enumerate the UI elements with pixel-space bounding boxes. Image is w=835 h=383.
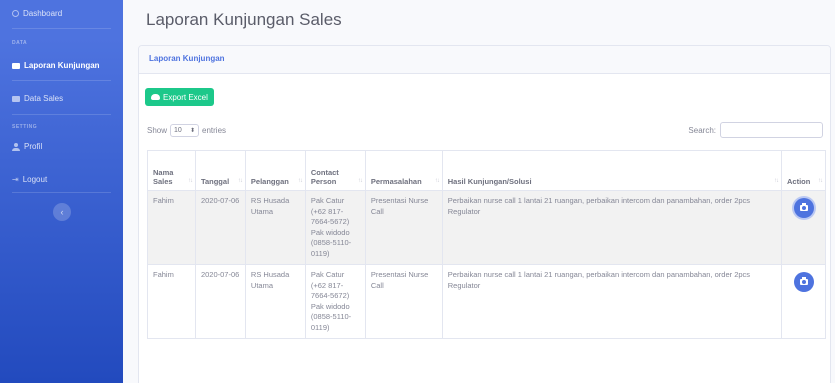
col-action[interactable]: Action ↑↓ [781,150,826,191]
search-input[interactable] [720,122,823,138]
sidebar-toggle-button[interactable]: ‹ [53,203,71,221]
sort-icon: ↑↓ [434,178,440,184]
search-label: Search: [688,125,716,135]
entries-label: entries [202,126,227,135]
col-pelanggan-label: Pelanggan [250,177,289,186]
cell-tanggal: 2020-07-06 [194,264,246,339]
nav-profil[interactable]: Profil [12,142,42,151]
sidebar: Dashboard DATA Laporan Kunjungan Data Sa… [0,0,123,383]
card-header: Laporan Kunjungan [139,46,830,74]
photo-button[interactable] [793,272,814,292]
sidebar-divider [12,114,111,115]
gauge-icon [12,10,19,17]
col-hasil[interactable]: Hasil Kunjungan/Solusi ↑↓ [441,150,783,191]
sort-icon: ↑↓ [818,178,823,184]
cell-pelanggan: RS Husada Utama [244,264,306,339]
export-excel-label: Export Excel [163,92,208,102]
cloud-upload-icon [151,94,160,100]
nav-logout[interactable]: ⇥ Logout [12,175,47,184]
sidebar-divider [12,28,111,29]
col-permasalahan-label: Permasalahan [370,177,422,186]
visits-table: Nama Sales ↑↓ Tanggal ↑↓ Pelanggan ↑↓ Conta… [147,150,826,339]
sort-icon: ↑↓ [297,178,303,184]
camera-icon [799,277,808,285]
sort-icon: ↑↓ [357,178,363,184]
col-tanggal-label: Tanggal [200,177,230,186]
nav-data-sales-label: Data Sales [24,94,64,103]
entries-select-value: 10 [174,127,182,134]
sort-icon: ↑↓ [237,178,243,184]
nav-dashboard[interactable]: Dashboard [12,9,62,18]
cell-contact-person: Pak Catur (+62 817-7664-5672) Pak widodo… [304,264,366,339]
cell-hasil: Perbaikan nurse call 1 lantai 21 ruangan… [441,190,783,265]
nav-dashboard-label: Dashboard [23,9,63,18]
col-action-label: Action [787,177,811,186]
export-excel-button[interactable]: Export Excel [145,88,214,106]
cell-hasil: Perbaikan nurse call 1 lantai 21 ruangan… [441,264,783,339]
col-tanggal[interactable]: Tanggal ↑↓ [194,150,246,191]
chevron-updown-icon: ⬍ [189,128,196,134]
camera-icon [799,203,808,211]
report-card: Laporan Kunjungan Export Excel Show 10 ⬍… [138,45,831,383]
cell-pelanggan: RS Husada Utama [244,190,306,265]
table-row: Fahim 2020-07-06 RS Husada Utama Pak Cat… [147,190,826,265]
table-header-row: Nama Sales ↑↓ Tanggal ↑↓ Pelanggan ↑↓ Conta… [147,150,826,191]
sidebar-heading-data: DATA [12,40,28,46]
chevron-left-icon: ‹ [60,207,64,217]
col-nama-sales-label: Nama Sales [153,168,174,186]
user-icon [12,142,20,151]
nav-laporan-kunjungan[interactable]: Laporan Kunjungan [12,61,100,70]
entries-length-control: Show 10 ⬍ entries [147,124,226,137]
sidebar-heading-setting: SETTING [12,124,38,130]
cell-nama-sales: Fahim [147,190,196,265]
table-row: Fahim 2020-07-06 RS Husada Utama Pak Cat… [147,264,826,339]
entries-select[interactable]: 10 ⬍ [170,124,200,137]
cell-contact-person: Pak Catur (+62 817-7664-5672) Pak widodo… [304,190,366,265]
sort-icon: ↑↓ [774,178,779,184]
col-contact-person-label: Contact Person [310,168,339,186]
folder-icon [12,95,20,102]
cell-nama-sales: Fahim [147,264,196,339]
nav-logout-label: Logout [22,175,48,184]
table-search: Search: [688,122,823,138]
cell-action [781,190,826,265]
sort-icon: ↑↓ [187,178,193,184]
col-hasil-label: Hasil Kunjungan/Solusi [447,177,532,186]
cell-tanggal: 2020-07-06 [194,190,246,265]
cell-permasalahan: Presentasi Nurse Call [364,264,443,339]
col-pelanggan[interactable]: Pelanggan ↑↓ [244,150,306,191]
nav-data-sales[interactable]: Data Sales [12,94,63,103]
col-permasalahan[interactable]: Permasalahan ↑↓ [364,150,443,191]
nav-laporan-label: Laporan Kunjungan [24,61,100,70]
logout-icon: ⇥ [12,174,19,184]
show-label: Show [147,126,168,135]
cell-action [781,264,826,339]
cell-permasalahan: Presentasi Nurse Call [364,190,443,265]
page-title: Laporan Kunjungan Sales [146,10,342,29]
nav-profil-label: Profil [24,142,43,151]
photo-button[interactable] [793,198,814,218]
col-contact-person[interactable]: Contact Person ↑↓ [304,150,366,191]
sidebar-divider [12,80,111,81]
col-nama-sales[interactable]: Nama Sales ↑↓ [147,150,196,191]
folder-icon [12,62,20,69]
sidebar-divider [12,192,111,193]
